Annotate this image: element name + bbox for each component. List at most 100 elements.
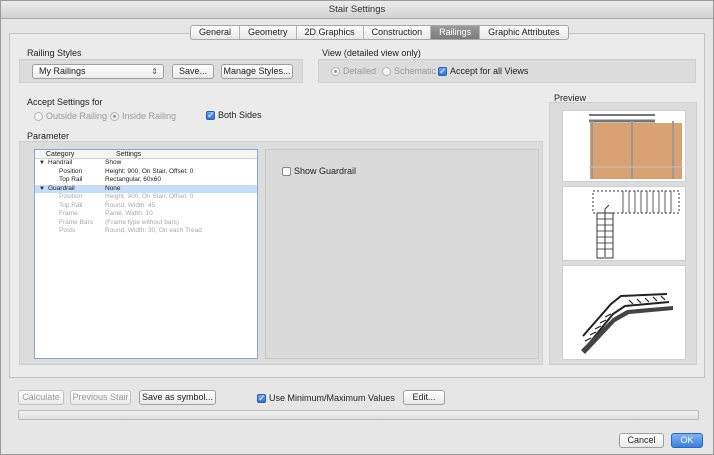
radio-dot-icon <box>110 111 119 121</box>
stair-settings-window: Stair Settings General Geometry 2D Graphic… <box>0 0 714 455</box>
row-settings: Round, Width: 30, On each Tread <box>105 227 202 234</box>
cancel-button[interactable]: Cancel <box>619 433 664 448</box>
tab-railings[interactable]: Railings <box>431 26 481 39</box>
row-category-label: Position <box>59 167 83 175</box>
schematic-radio-label: Schematic <box>394 66 437 76</box>
row-settings: Panel, Width: 10 <box>105 210 153 217</box>
schematic-radio[interactable]: Schematic <box>382 66 436 76</box>
table-row[interactable]: Frame Bars (Frame type without bars) <box>35 219 257 228</box>
checkmark-icon: ✓ <box>438 65 447 76</box>
row-category: Frame <box>35 210 105 219</box>
tab-geometry[interactable]: Geometry <box>240 26 297 39</box>
railing-style-select[interactable]: My Railings ⇕ <box>32 64 164 79</box>
table-row[interactable]: Frame Panel, Width: 10 <box>35 210 257 219</box>
progress-bar <box>18 410 699 420</box>
railing-elevation-preview <box>562 110 686 182</box>
detailed-radio[interactable]: Detailed <box>331 66 376 76</box>
row-settings: Show <box>105 159 122 166</box>
railing-style-value: My Railings <box>39 66 86 76</box>
tab-general[interactable]: General <box>191 26 241 39</box>
view-label: View (detailed view only) <box>322 48 421 58</box>
table-row[interactable]: ▼ Guardrail None <box>35 184 257 194</box>
row-category-label: Frame <box>59 210 78 217</box>
tree-rows: ▼ Handrail Show Position Height: 900, On Sta… <box>35 159 257 236</box>
row-category-label: Guardrail <box>48 184 75 192</box>
tab-construction[interactable]: Construction <box>364 26 432 39</box>
table-row[interactable]: Top Rail Round, Width: 45 <box>35 202 257 211</box>
table-row[interactable]: Position Height: 900, On Stair, Offset: 0 <box>35 168 257 177</box>
tab-graphic-attributes[interactable]: Graphic Attributes <box>480 26 568 39</box>
tab-2d-graphics[interactable]: 2D Graphics <box>297 26 364 39</box>
radio-dot-icon <box>331 66 340 76</box>
save-style-button[interactable]: Save... <box>172 64 214 79</box>
row-category-label: Posts <box>59 227 76 234</box>
row-category: Top Rail <box>35 176 105 185</box>
stair-plan-preview <box>562 186 686 261</box>
updown-arrows-icon: ⇕ <box>151 67 158 76</box>
row-category-label: Top Rail <box>59 201 83 209</box>
row-category: Top Rail <box>35 202 105 211</box>
edit-button[interactable]: Edit... <box>403 390 445 405</box>
column-settings[interactable]: Settings <box>105 150 141 158</box>
row-category-label: Position <box>59 193 83 200</box>
row-category-label: Handrail <box>48 159 73 166</box>
checkbox-icon <box>282 166 291 176</box>
row-category: Position <box>35 193 105 202</box>
save-as-symbol-button[interactable]: Save as symbol... <box>139 390 216 405</box>
table-row[interactable]: Posts Round, Width: 30, On each Tread <box>35 227 257 236</box>
table-row[interactable]: Top Rail Rectangular, 60x60 <box>35 176 257 185</box>
both-sides-checkbox[interactable]: ✓ Both Sides <box>206 110 262 120</box>
outside-railing-label: Outside Railing <box>46 111 108 121</box>
stair-3d-drawing <box>581 293 673 354</box>
accept-settings-label: Accept Settings for <box>27 97 103 107</box>
table-row[interactable]: ▼ Handrail Show <box>35 159 257 168</box>
railing-elevation-drawing <box>589 114 683 179</box>
row-category-label: Frame Bars <box>59 218 93 226</box>
accept-all-views-checkbox[interactable]: ✓ Accept for all Views <box>438 66 528 76</box>
row-category-label: Top Rail <box>59 176 83 183</box>
radio-dot-icon <box>34 111 43 121</box>
calculate-button[interactable]: Calculate <box>18 390 64 405</box>
row-category: Frame Bars <box>35 219 105 228</box>
show-guardrail-checkbox[interactable]: Show Guardrail <box>282 166 356 176</box>
previous-stair-button[interactable]: Previous Stair <box>70 390 131 405</box>
accept-all-views-label: Accept for all Views <box>450 66 529 76</box>
manage-styles-button[interactable]: Manage Styles... <box>221 64 293 79</box>
checkmark-icon: ✓ <box>257 392 266 403</box>
detailed-radio-label: Detailed <box>343 66 377 76</box>
stair-plan-drawing <box>592 190 680 259</box>
row-category: ▼ Handrail <box>35 159 105 168</box>
row-settings: Height: 900, On Stair, Offset: 0 <box>105 193 194 200</box>
show-guardrail-label: Show Guardrail <box>294 166 357 176</box>
row-category: ▼ Guardrail <box>35 185 105 194</box>
radio-dot-icon <box>382 66 391 76</box>
column-category[interactable]: Category <box>35 150 105 158</box>
railing-styles-label: Railing Styles <box>27 48 82 58</box>
ok-button[interactable]: OK <box>671 433 703 448</box>
checkmark-icon: ✓ <box>206 109 215 120</box>
table-row[interactable]: Position Height: 900, On Stair, Offset: 0 <box>35 193 257 202</box>
tree-header: Category Settings <box>35 150 257 159</box>
tab-bar: General Geometry 2D Graphics Construction Ra… <box>190 25 569 40</box>
row-settings: (Frame type without bars) <box>105 218 180 226</box>
window-title: Stair Settings <box>1 1 713 19</box>
preview-pane <box>549 102 697 365</box>
parameter-label: Parameter <box>27 131 70 141</box>
row-settings: Height: 900, On Stair, Offset: 0 <box>105 167 194 175</box>
row-category: Posts <box>35 227 105 236</box>
disclosure-triangle-icon[interactable]: ▼ <box>39 185 48 194</box>
row-settings: None <box>105 184 121 192</box>
use-minmax-label: Use Minimum/Maximum Values <box>269 393 395 403</box>
disclosure-triangle-icon[interactable]: ▼ <box>39 159 48 168</box>
row-category: Position <box>35 168 105 177</box>
inside-railing-radio[interactable]: Inside Railing <box>110 111 176 121</box>
inside-railing-label: Inside Railing <box>122 111 177 121</box>
parameter-detail-pane: Show Guardrail <box>265 149 539 359</box>
both-sides-label: Both Sides <box>218 110 262 120</box>
parameter-tree[interactable]: Category Settings ▼ Handrail Show Position H… <box>34 149 258 359</box>
use-minmax-checkbox[interactable]: ✓ Use Minimum/Maximum Values <box>257 393 395 403</box>
row-settings: Rectangular, 60x60 <box>105 176 162 183</box>
stair-3d-preview <box>562 265 686 360</box>
row-settings: Round, Width: 45 <box>105 201 156 209</box>
outside-railing-radio[interactable]: Outside Railing <box>34 111 107 121</box>
